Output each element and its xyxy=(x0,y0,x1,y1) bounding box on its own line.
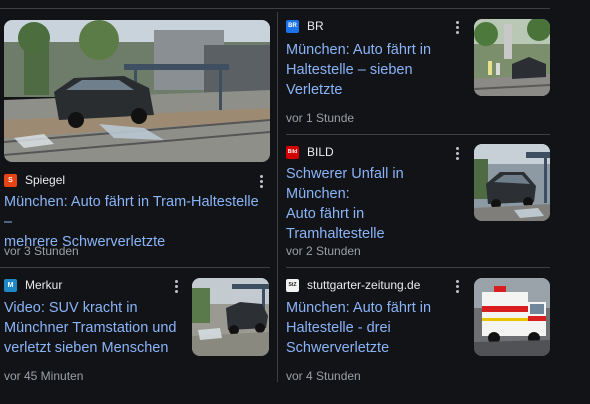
headline-line: Auto fährt in Tramhaltestelle xyxy=(286,206,385,242)
article-headline[interactable]: Video: SUV kracht in Münchner Tramstatio… xyxy=(4,298,184,358)
more-options-icon[interactable] xyxy=(171,278,181,294)
article-thumbnail[interactable] xyxy=(474,144,550,221)
headline-line: verletzt sieben Menschen xyxy=(4,340,169,356)
bild-logo-icon: Bild xyxy=(286,145,299,159)
article-thumbnail[interactable] xyxy=(4,20,270,162)
source-row: M Merkur xyxy=(4,278,62,292)
article-headline[interactable]: München: Auto fährt in Haltestelle - dre… xyxy=(286,298,466,358)
news-card-stuttgarter-zeitung[interactable]: StZ stuttgarter-zeitung.de München: Auto… xyxy=(286,276,550,386)
source-row: StZ stuttgarter-zeitung.de xyxy=(286,278,420,292)
source-row: BR BR xyxy=(286,19,324,33)
news-card-bild[interactable]: Bild BILD Schwerer Unfall in München: Au… xyxy=(286,143,550,258)
row-divider-right-2 xyxy=(286,267,550,268)
spiegel-logo-icon: S xyxy=(4,173,17,187)
headline-line: München: Auto fährt in Tram-Haltestelle … xyxy=(4,194,259,230)
column-divider xyxy=(277,12,278,382)
article-time: vor 4 Stunden xyxy=(286,369,361,383)
article-thumbnail[interactable] xyxy=(474,19,550,96)
article-time: vor 2 Stunden xyxy=(286,244,361,258)
headline-line: Haltestelle - drei xyxy=(286,320,391,336)
source-name: Spiegel xyxy=(25,173,66,187)
article-time: vor 45 Minuten xyxy=(4,369,84,383)
top-divider xyxy=(0,8,550,9)
more-options-icon[interactable] xyxy=(452,145,462,161)
row-divider-right-1 xyxy=(286,134,550,135)
headline-line: Haltestelle – sieben Verletzte xyxy=(286,62,413,98)
headline-line: Schwerverletzte xyxy=(286,340,390,356)
stuttgarter-zeitung-logo-icon: StZ xyxy=(286,278,299,292)
headline-line: Schwerer Unfall in München: xyxy=(286,166,404,202)
news-card-spiegel[interactable]: S Spiegel München: Auto fährt in Tram-Ha… xyxy=(0,18,272,264)
article-headline[interactable]: München: Auto fährt in Tram-Haltestelle … xyxy=(4,192,270,252)
source-row: S Spiegel xyxy=(4,173,65,187)
article-headline[interactable]: München: Auto fährt in Haltestelle – sie… xyxy=(286,40,466,100)
headline-line: Video: SUV kracht in xyxy=(4,300,138,316)
headline-line: Münchner Tramstation und xyxy=(4,320,177,336)
article-headline[interactable]: Schwerer Unfall in München: Auto fährt i… xyxy=(286,164,466,244)
br-logo-icon: BR xyxy=(286,19,299,33)
row-divider-left xyxy=(0,267,270,268)
more-options-icon[interactable] xyxy=(452,19,462,35)
source-row: Bild BILD xyxy=(286,145,334,159)
article-time: vor 3 Stunden xyxy=(4,244,79,258)
source-name: BILD xyxy=(307,145,334,159)
source-name: BR xyxy=(307,19,324,33)
headline-line: München: Auto fährt in xyxy=(286,300,432,316)
article-thumbnail[interactable] xyxy=(192,278,269,356)
source-name: Merkur xyxy=(25,278,63,292)
source-name: stuttgarter-zeitung.de xyxy=(307,278,421,292)
headline-line: München: Auto fährt in xyxy=(286,42,432,58)
more-options-icon[interactable] xyxy=(256,173,266,189)
article-thumbnail[interactable] xyxy=(474,278,550,356)
news-card-br[interactable]: BR BR München: Auto fährt in Haltestelle… xyxy=(286,16,550,128)
news-card-merkur[interactable]: M Merkur Video: SUV kracht in Münchner T… xyxy=(0,276,272,386)
article-time: vor 1 Stunde xyxy=(286,111,355,125)
merkur-logo-icon: M xyxy=(4,278,17,292)
more-options-icon[interactable] xyxy=(452,278,462,294)
